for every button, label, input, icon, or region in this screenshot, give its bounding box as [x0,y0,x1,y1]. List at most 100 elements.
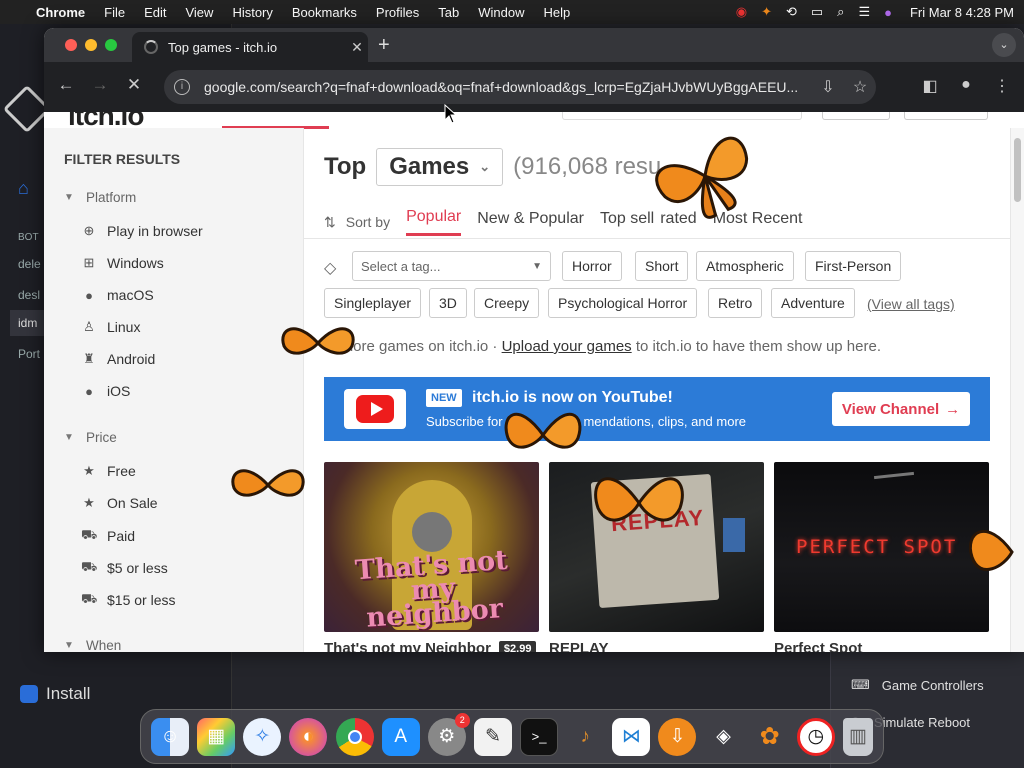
menu-file[interactable]: File [104,5,125,20]
trash-icon[interactable]: ▥ [842,717,873,756]
tag-atmospheric[interactable]: Atmospheric [696,251,794,281]
filter-free[interactable]: ★ Free [81,463,136,479]
platform-label: Platform [86,190,137,205]
game-card[interactable]: That's not my neighbor That's not my Nei… [324,462,539,652]
back-button[interactable]: ← [54,75,78,95]
bg-label[interactable]: Port [18,347,40,361]
view-all-tags-text[interactable]: (View all tags) [867,296,955,312]
terminal-icon[interactable]: >_ [520,717,559,756]
game-thumbnail[interactable]: PERFECT SPOT [774,462,989,632]
window-minimize-button[interactable] [85,39,97,51]
menu-app-name[interactable]: Chrome [36,5,85,20]
install-app-icon[interactable]: ⇩ [812,77,844,97]
guitar-icon[interactable]: ♪ [566,718,604,756]
menu-window[interactable]: Window [478,5,524,20]
filter-macos[interactable]: ● macOS [81,287,154,303]
forward-button[interactable]: → [88,75,112,95]
profile-icon[interactable]: ● [954,76,978,94]
chrome-menu-icon[interactable]: ⋮ [990,76,1014,96]
clock-icon[interactable]: ◷ [796,717,835,756]
filter-on-sale[interactable]: ★ On Sale [81,495,157,511]
home-icon[interactable]: ⌂ [18,178,29,199]
install-button[interactable]: Install [20,684,90,704]
category-dropdown[interactable]: Games ⌄ [376,148,504,186]
game-controllers-row[interactable]: ⌨ Game Controllers [851,677,984,693]
tag-adventure[interactable]: Adventure [771,288,855,318]
game-thumbnail[interactable]: That's not my neighbor [324,462,539,632]
launchpad-icon[interactable]: ▦ [197,717,236,756]
sort-new-popular[interactable]: New & Popular [477,210,584,235]
when-group-toggle[interactable]: ▼ When [64,638,121,652]
menu-edit[interactable]: Edit [144,5,166,20]
site-info-icon[interactable]: i [174,79,190,95]
textedit-icon[interactable]: ✎ [473,717,512,756]
filter-ios[interactable]: ● iOS [81,383,130,399]
menu-help[interactable]: Help [544,5,571,20]
platform-group-toggle[interactable]: ▼ Platform [64,190,136,205]
search-icon[interactable]: ⌕ [837,4,844,20]
tab-search-button[interactable]: ⌄ [992,33,1016,57]
price-group-toggle[interactable]: ▼ Price [64,430,117,445]
safari-icon[interactable]: ✧ [243,717,282,756]
tag-creepy[interactable]: Creepy [474,288,540,318]
filter-linux[interactable]: ♙ Linux [81,319,140,335]
tag-short[interactable]: Short [635,251,689,281]
tag-horror[interactable]: Horror [562,251,622,281]
side-panel-icon[interactable]: ◧ [918,76,942,96]
youtube-banner[interactable]: NEW itch.io is now on YouTube! Subscribe… [324,377,990,441]
bookmark-star-icon[interactable]: ☆ [844,77,876,97]
address-bar[interactable]: i google.com/search?q=fnaf+download&oq=f… [164,70,876,104]
record-icon[interactable]: ◉ [736,4,747,20]
new-tab-button[interactable]: + [378,34,390,57]
tag-psychological-horror[interactable]: Psychological Horror [548,288,698,318]
tag-3d[interactable]: 3D [429,288,467,318]
upload-games-link[interactable]: Upload your games [502,338,632,355]
menu-view[interactable]: View [185,5,213,20]
tag-retro[interactable]: Retro [708,288,763,318]
bg-label[interactable]: dele [18,257,41,271]
control-center-icon[interactable]: ☰ [858,4,870,20]
window-maximize-button[interactable] [105,39,117,51]
view-channel-button[interactable]: View Channel → [832,392,970,426]
view-all-tags-link[interactable]: (View all tags) [867,296,955,312]
filter-play-in-browser[interactable]: ⊕ Play in browser [81,223,203,239]
game-card[interactable]: PERFECT SPOT Perfect Spot [774,462,989,652]
window-close-button[interactable] [65,39,77,51]
butterfly-tray-icon[interactable]: ✦ [761,4,772,20]
sort-popular[interactable]: Popular [406,208,462,236]
game-title[interactable]: Perfect Spot [774,640,862,652]
menu-bookmarks[interactable]: Bookmarks [292,5,357,20]
filter-5-or-less[interactable]: ⛟ $5 or less [81,559,168,577]
menu-history[interactable]: History [232,5,272,20]
stop-loading-button[interactable]: ✕ [122,75,146,95]
filter-15-or-less[interactable]: ⛟ $15 or less [81,591,175,609]
display-icon[interactable]: ▭ [811,4,823,20]
tab-close-icon[interactable]: ✕ [346,39,368,56]
tag-select-dropdown[interactable]: Select a tag... ▼ [352,251,551,281]
filter-paid[interactable]: ⛟ Paid [81,527,135,545]
vscode-icon[interactable]: ⋈ [612,717,651,756]
bg-label[interactable]: idm [10,310,46,336]
finder-icon[interactable]: ☺ [151,717,190,756]
download-icon[interactable]: ⇩ [658,717,697,756]
menubar-clock[interactable]: Fri Mar 8 4:28 PM [910,5,1014,20]
tab-itch-io[interactable]: Top games - itch.io ✕ [132,32,368,62]
firefox-icon[interactable]: ◐ [289,717,328,756]
tag-first-person[interactable]: First-Person [805,251,902,281]
game-title[interactable]: REPLAY [549,640,608,652]
game-title[interactable]: That's not my Neighbor [324,640,491,652]
bg-label[interactable]: desl [18,288,40,302]
app-store-icon[interactable]: A [381,717,420,756]
menu-tab[interactable]: Tab [438,5,459,20]
url-text[interactable]: google.com/search?q=fnaf+download&oq=fna… [204,79,812,95]
system-settings-icon[interactable]: ⚙ 2 [427,712,470,756]
butterfly-icon[interactable]: ✿ [751,718,789,756]
chrome-icon[interactable] [335,717,374,756]
filter-windows[interactable]: ⊞ Windows [81,255,164,271]
filter-android[interactable]: ♜ Android [81,351,155,367]
app-icon[interactable]: ◈ [705,718,743,756]
scrollbar-thumb[interactable] [1014,138,1021,202]
menu-profiles[interactable]: Profiles [376,5,419,20]
link-icon[interactable]: ⟲ [786,4,797,20]
siri-icon[interactable]: ● [884,5,892,20]
